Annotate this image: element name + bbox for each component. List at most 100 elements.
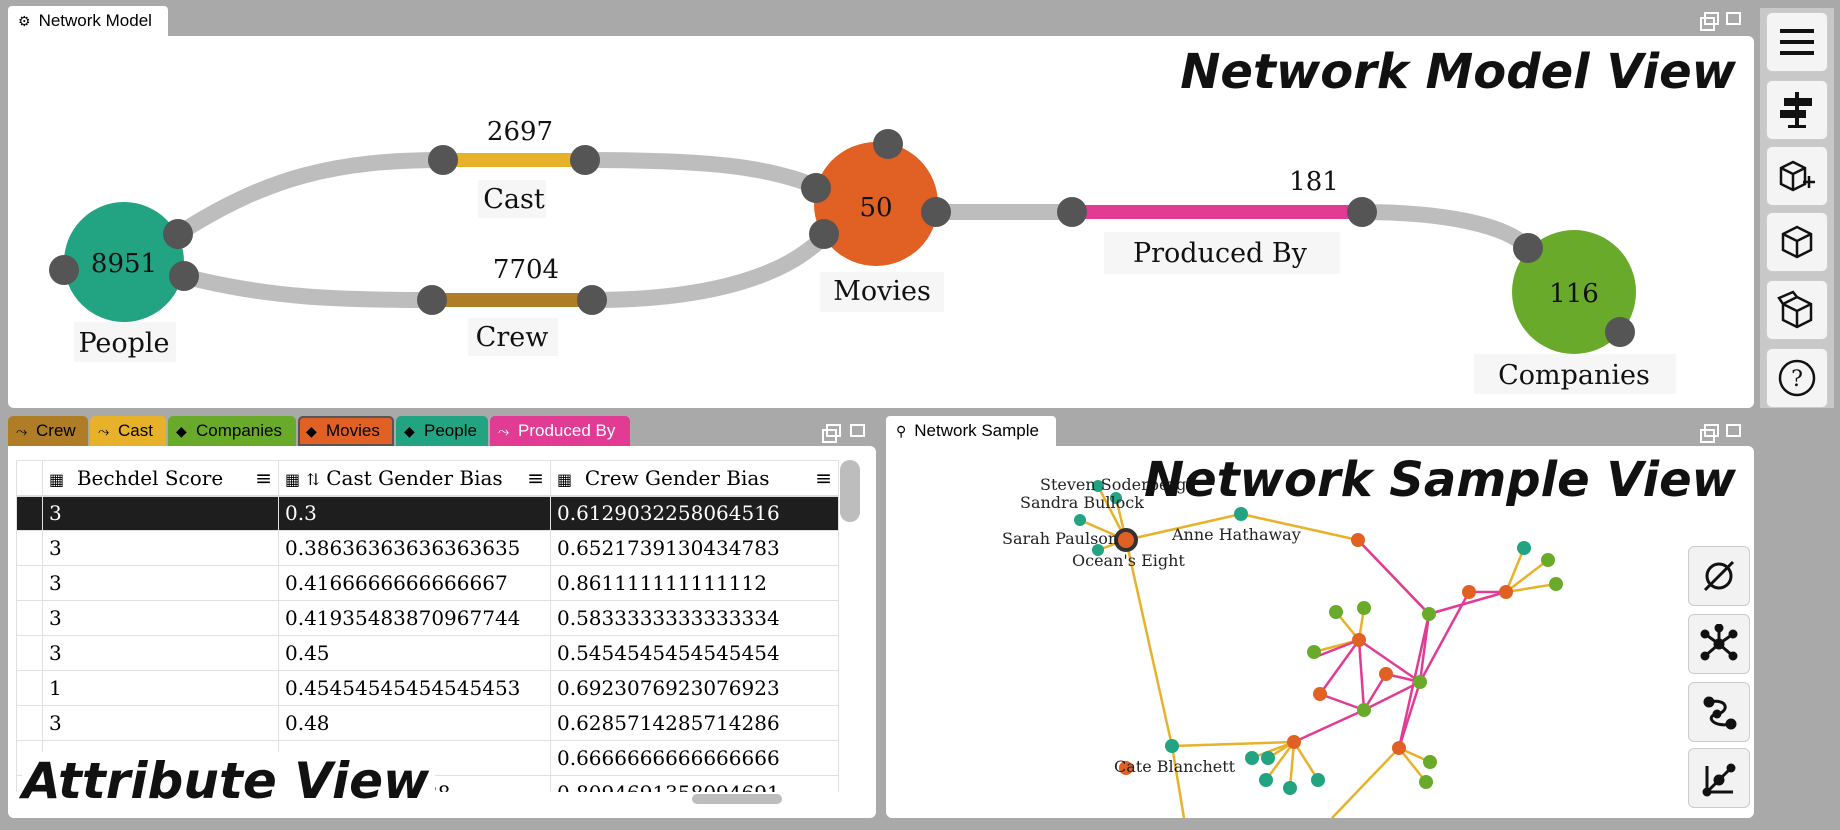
companies-label: Companies <box>1498 360 1650 391</box>
signpost-icon <box>1780 92 1812 128</box>
column-label: Crew Gender Bias <box>584 465 770 490</box>
no-filter-button[interactable] <box>1688 546 1750 606</box>
crew-movies-connector <box>592 228 832 308</box>
table-row[interactable]: 3 0.38636363636363635 0.6521739130434783 <box>16 530 839 566</box>
tab-crew[interactable]: ⤳ Crew <box>8 416 88 446</box>
movies-label: Movies <box>833 276 931 307</box>
table-row[interactable]: 3 0.3 0.6129032258064516 <box>16 495 839 531</box>
sample-maximize-icon[interactable] <box>1726 424 1741 437</box>
table-row[interactable]: 3 0.4166666666666667 0.861111111111112 <box>16 565 839 601</box>
movies-tab-icon: ◆ <box>306 423 317 439</box>
sample-restore-icon[interactable] <box>1700 424 1719 443</box>
people-tab-icon: ◆ <box>404 423 415 439</box>
column-header-cast-gender-bias[interactable]: ▦ ⇅ Cast Gender Bias ≡ <box>278 460 551 497</box>
maximize-icon[interactable] <box>1726 12 1741 25</box>
table-header-row: ▦ Bechdel Score ≡ ▦ ⇅ Cast Gender Bias ≡ ▦… <box>16 460 839 497</box>
box-icon <box>1781 225 1813 259</box>
network-model-graph: 8951 50 116 2697 7704 181 People Cast Cr… <box>49 117 1676 394</box>
attribute-restore-icon[interactable] <box>822 424 841 443</box>
help-button[interactable]: ? <box>1766 348 1828 408</box>
tab-crew-label: Crew <box>36 421 76 440</box>
network-icon <box>1700 624 1738 661</box>
add-box-icon <box>1779 160 1815 192</box>
tab-network-model[interactable]: ⚙ Network Model <box>8 6 168 36</box>
label-anne: Anne Hathaway <box>1171 525 1301 544</box>
column-menu-icon[interactable]: ≡ <box>815 466 832 490</box>
movies-count: 50 <box>859 193 892 223</box>
column-menu-icon[interactable]: ≡ <box>527 466 544 490</box>
row-header-cell <box>16 460 43 497</box>
horizontal-scrollbar[interactable] <box>692 794 782 804</box>
edge-select-icon <box>1702 763 1736 797</box>
attribute-maximize-icon[interactable] <box>850 424 865 437</box>
tab-cast-label: Cast <box>118 421 153 440</box>
network-sample-view-title: Network Sample View <box>1143 452 1736 508</box>
edge-select-button[interactable] <box>1688 748 1750 808</box>
cast-movies-connector <box>582 152 824 196</box>
network-sample-tab-icon: ⚲ <box>896 422 907 439</box>
people-cast-connector <box>173 152 444 241</box>
open-box-button[interactable] <box>1766 280 1828 340</box>
signpost-button[interactable] <box>1766 80 1828 140</box>
people-crew-connector <box>180 268 433 308</box>
label-sandra: Sandra Bullock <box>1020 493 1144 512</box>
sort-icon[interactable]: ⇅ <box>306 470 319 489</box>
people-count: 8951 <box>91 249 157 279</box>
label-oceans: Ocean's Eight <box>1072 551 1185 570</box>
grid-icon: ▦ <box>285 469 301 489</box>
table-row[interactable]: 3 0.48 0.6285714285714286 <box>16 705 839 741</box>
open-box-icon <box>1777 290 1813 329</box>
tab-cast[interactable]: ⤳ Cast <box>90 416 166 446</box>
no-filter-icon <box>1703 560 1735 592</box>
svg-text:?: ? <box>1791 367 1803 392</box>
attribute-view-title: Attribute View <box>22 752 436 810</box>
table-row[interactable]: 1 0.45454545454545453 0.6923076923076923 <box>16 670 839 706</box>
oceans-eight-node <box>1114 528 1138 552</box>
network-model-tab-icon: ⚙ <box>18 12 31 29</box>
tab-movies[interactable]: ◆ Movies <box>298 416 394 446</box>
crew-tab-icon: ⤳ <box>16 423 28 439</box>
cast-label: Cast <box>483 184 545 215</box>
path-icon <box>1703 696 1737 730</box>
produced-by-count: 181 <box>1289 167 1339 197</box>
tab-movies-label: Movies <box>326 421 380 440</box>
tab-produced-by-label: Produced By <box>518 421 616 440</box>
produced-by-tab-icon: ⤳ <box>498 423 510 439</box>
produced-companies-connector <box>1359 204 1534 254</box>
column-header-bechdel[interactable]: ▦ Bechdel Score ≡ <box>42 460 279 497</box>
path-button[interactable] <box>1688 682 1750 742</box>
cast-count: 2697 <box>487 117 553 147</box>
table-row[interactable]: 3 0.41935483870967744 0.5833333333333334 <box>16 600 839 636</box>
menu-button[interactable] <box>1766 12 1828 72</box>
box-button[interactable] <box>1766 212 1828 272</box>
add-box-button[interactable] <box>1766 146 1828 206</box>
column-header-crew-gender-bias[interactable]: ▦ Crew Gender Bias ≡ <box>550 460 839 497</box>
label-cate: Cate Blanchett <box>1114 757 1236 776</box>
vertical-scrollbar[interactable] <box>840 460 860 522</box>
restore-icon[interactable] <box>1700 12 1719 31</box>
produced-by-label: Produced By <box>1133 238 1308 269</box>
people-label: People <box>78 328 169 359</box>
network-model-tab-label: Network Model <box>38 11 152 30</box>
tab-companies-label: Companies <box>196 421 282 440</box>
crew-count: 7704 <box>493 255 559 285</box>
tab-produced-by[interactable]: ⤳ Produced By <box>490 416 630 446</box>
crew-label: Crew <box>476 322 549 353</box>
tab-people-label: People <box>424 421 477 440</box>
cast-tab-icon: ⤳ <box>98 423 110 439</box>
label-sarah: Sarah Paulson <box>1002 529 1118 548</box>
network-button[interactable] <box>1688 614 1750 674</box>
grid-icon: ▦ <box>557 469 573 489</box>
column-label: Bechdel Score <box>76 465 224 490</box>
menu-icon <box>1780 29 1814 55</box>
grid-icon: ▦ <box>49 469 65 489</box>
companies-tab-icon: ◆ <box>176 423 187 439</box>
tab-companies[interactable]: ◆ Companies <box>168 416 296 446</box>
help-icon: ? <box>1778 359 1816 397</box>
tab-network-sample[interactable]: ⚲ Network Sample <box>886 416 1056 446</box>
network-sample-tab-label: Network Sample <box>914 421 1039 440</box>
tab-people[interactable]: ◆ People <box>396 416 488 446</box>
companies-count: 116 <box>1549 279 1599 309</box>
column-menu-icon[interactable]: ≡ <box>255 466 272 490</box>
table-row[interactable]: 3 0.45 0.5454545454545454 <box>16 635 839 671</box>
